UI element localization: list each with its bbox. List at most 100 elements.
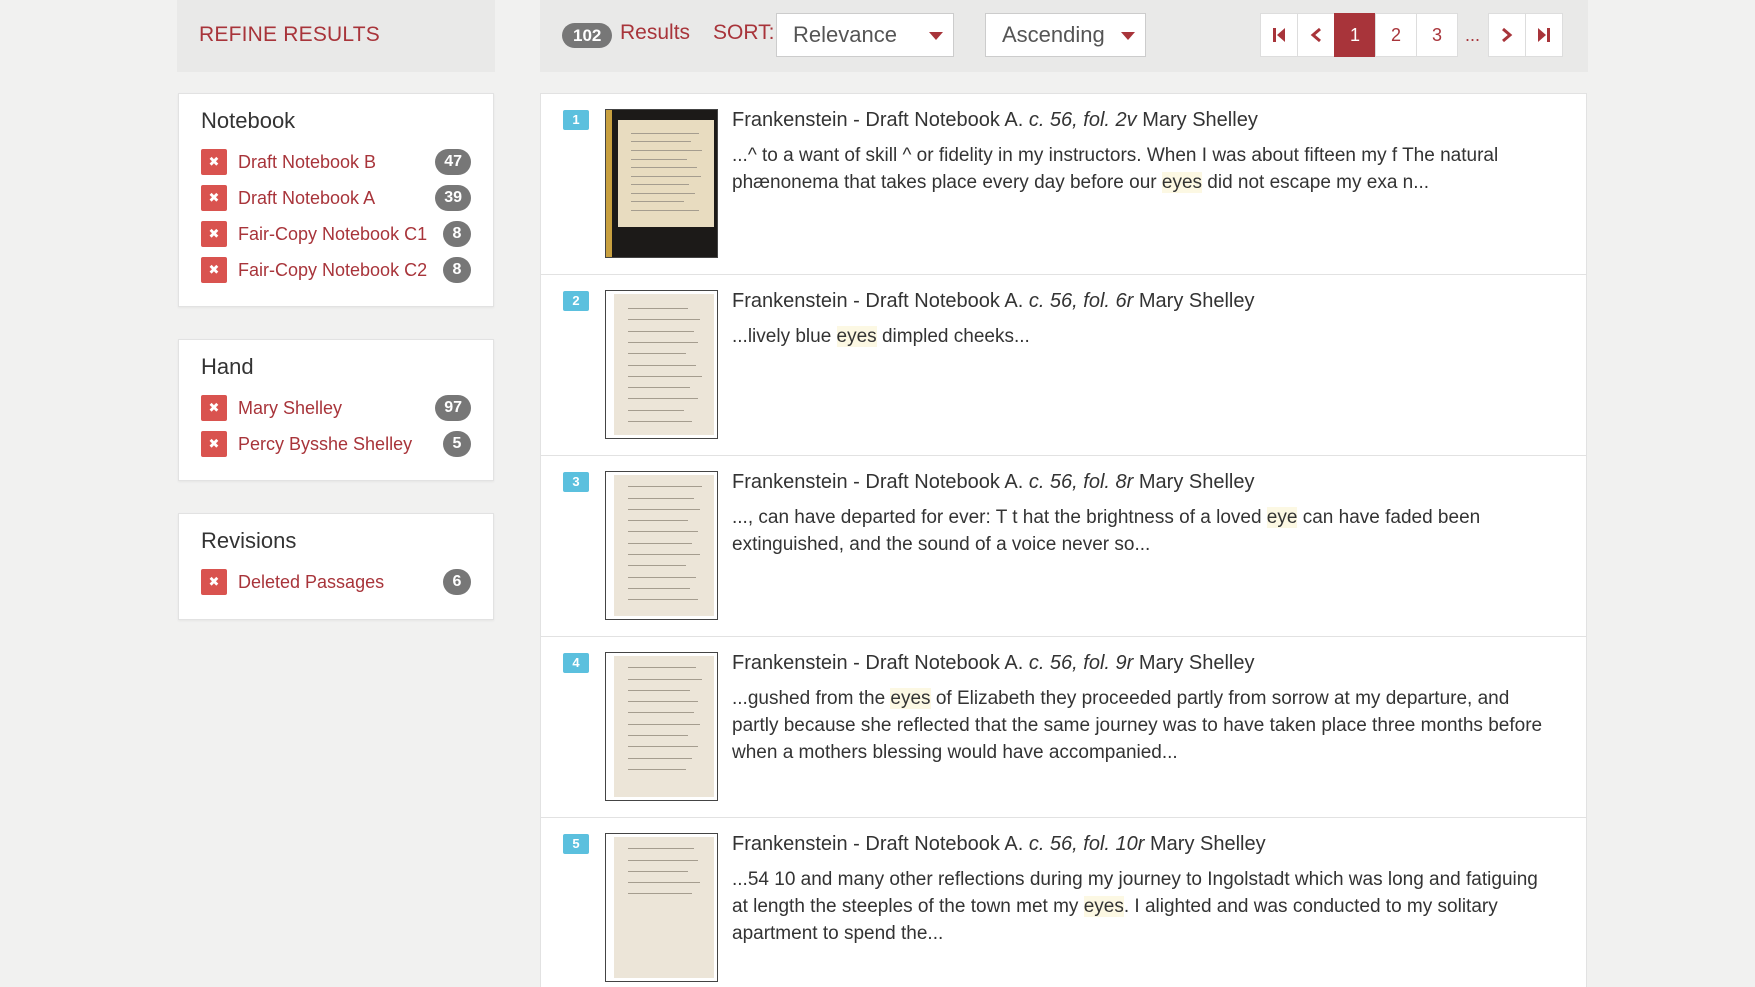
facet-title: Hand	[201, 354, 254, 379]
facet-item-deleted-passages[interactable]: ✖ Deleted Passages 6	[201, 564, 471, 600]
result-author: Mary Shelley	[1142, 109, 1258, 131]
result-rank-badge: 5	[563, 834, 589, 854]
result-title[interactable]: Frankenstein - Draft Notebook A. c. 56, …	[732, 652, 1254, 675]
result-title-text: Frankenstein - Draft Notebook A.	[732, 833, 1024, 855]
result-thumbnail[interactable]	[605, 109, 718, 258]
result-thumbnail[interactable]	[605, 652, 718, 801]
results-count-badge: 102	[562, 23, 613, 48]
refine-results-header: REFINE RESULTS	[177, 0, 495, 72]
search-hit-highlight: eye	[1266, 507, 1298, 528]
result-shelfmark: c. 56, fol. 8r	[1028, 471, 1134, 493]
facet-item-label[interactable]: Deleted Passages	[238, 572, 384, 593]
result-author: Mary Shelley	[1138, 290, 1255, 312]
sort-label: SORT:	[713, 21, 775, 44]
result-title-text: Frankenstein - Draft Notebook A.	[732, 652, 1024, 674]
result-item: 5 Frankenstein - Draft Notebook A. c. 56…	[541, 818, 1586, 987]
result-author: Mary Shelley	[1138, 652, 1255, 674]
result-item: 1 Frankenstein - Draft Notebook A. c. 56…	[541, 94, 1586, 275]
facet-item-count: 97	[435, 395, 471, 421]
remove-filter-icon[interactable]: ✖	[201, 221, 227, 247]
facet-item-draft-notebook-a[interactable]: ✖ Draft Notebook A 39	[201, 180, 471, 216]
result-title-text: Frankenstein - Draft Notebook A.	[732, 471, 1024, 493]
result-item: 2 Frankenstein - Draft Notebook A. c. 56…	[541, 275, 1586, 456]
facet-item-fair-copy-c1[interactable]: ✖ Fair-Copy Notebook C1 8	[201, 216, 471, 252]
result-thumbnail[interactable]	[605, 833, 718, 982]
search-hit-highlight: eyes	[836, 326, 877, 347]
remove-filter-icon[interactable]: ✖	[201, 149, 227, 175]
facet-hand: Hand ✖ Mary Shelley 97 ✖ Percy Bysshe Sh…	[178, 339, 494, 481]
results-toolbar: 102 Results SORT: Relevance Ascending 1 …	[540, 0, 1588, 72]
page-2-button[interactable]: 2	[1375, 13, 1417, 57]
order-select-value: Ascending	[1002, 22, 1105, 47]
refine-results-title: REFINE RESULTS	[199, 23, 380, 46]
result-author: Mary Shelley	[1150, 833, 1266, 855]
result-title[interactable]: Frankenstein - Draft Notebook A. c. 56, …	[732, 833, 1266, 856]
facet-title: Revisions	[201, 528, 297, 553]
last-page-button[interactable]	[1525, 13, 1564, 57]
result-shelfmark: c. 56, fol. 9r	[1028, 652, 1134, 674]
page-3-button[interactable]: 3	[1416, 13, 1458, 57]
remove-filter-icon[interactable]: ✖	[201, 257, 227, 283]
facet-revisions: Revisions ✖ Deleted Passages 6	[178, 513, 494, 620]
facet-item-label[interactable]: Percy Bysshe Shelley	[238, 434, 412, 455]
first-page-button[interactable]	[1260, 13, 1298, 57]
result-title-text: Frankenstein - Draft Notebook A.	[732, 109, 1024, 131]
facet-item-count: 47	[435, 149, 471, 175]
first-page-icon	[1273, 28, 1285, 42]
remove-filter-icon[interactable]: ✖	[201, 395, 227, 421]
order-select[interactable]: Ascending	[985, 13, 1146, 57]
last-page-icon	[1538, 28, 1551, 42]
search-hit-highlight: eyes	[1161, 172, 1203, 193]
sort-select[interactable]: Relevance	[776, 13, 954, 57]
facet-item-label[interactable]: Mary Shelley	[238, 398, 342, 419]
facet-item-label[interactable]: Fair-Copy Notebook C2	[238, 260, 427, 281]
result-thumbnail[interactable]	[605, 471, 718, 620]
results-list: 1 Frankenstein - Draft Notebook A. c. 56…	[540, 93, 1587, 987]
sort-select-value: Relevance	[793, 22, 897, 47]
result-item: 3 Frankenstein - Draft Notebook A. c. 56…	[541, 456, 1586, 637]
facet-item-count: 39	[435, 185, 471, 211]
result-shelfmark: c. 56, fol. 10r	[1028, 833, 1145, 855]
result-thumbnail[interactable]	[605, 290, 718, 439]
result-snippet: ...lively blue eyes dimpled cheeks...	[732, 326, 1030, 347]
chevron-left-icon	[1310, 27, 1321, 43]
result-snippet: ...gushed from the eyes of Elizabeth the…	[732, 688, 1543, 763]
result-author: Mary Shelley	[1138, 471, 1255, 493]
pagination-ellipsis: ...	[1465, 24, 1481, 45]
facet-item-count: 8	[443, 221, 471, 247]
facet-item-label[interactable]: Fair-Copy Notebook C1	[238, 224, 427, 245]
remove-filter-icon[interactable]: ✖	[201, 431, 227, 457]
facet-item-percy-bysshe-shelley[interactable]: ✖ Percy Bysshe Shelley 5	[201, 426, 471, 462]
facet-notebook: Notebook ✖ Draft Notebook B 47 ✖ Draft N…	[178, 93, 494, 307]
chevron-down-icon	[1121, 32, 1135, 40]
facet-item-label[interactable]: Draft Notebook A	[238, 188, 375, 209]
pagination: 1 2 3 ...	[1260, 13, 1564, 57]
prev-page-button[interactable]	[1297, 13, 1335, 57]
result-title-text: Frankenstein - Draft Notebook A.	[732, 290, 1024, 312]
facet-item-mary-shelley[interactable]: ✖ Mary Shelley 97	[201, 390, 471, 426]
result-rank-badge: 3	[563, 472, 589, 492]
page-1-button[interactable]: 1	[1334, 13, 1376, 57]
result-title[interactable]: Frankenstein - Draft Notebook A. c. 56, …	[732, 109, 1258, 132]
result-shelfmark: c. 56, fol. 2v	[1028, 109, 1137, 131]
chevron-down-icon	[929, 32, 943, 40]
results-label: Results	[620, 21, 691, 44]
search-hit-highlight: eyes	[890, 688, 931, 709]
result-item: 4 Frankenstein - Draft Notebook A. c. 56…	[541, 637, 1586, 818]
result-title[interactable]: Frankenstein - Draft Notebook A. c. 56, …	[732, 471, 1254, 494]
facet-item-draft-notebook-b[interactable]: ✖ Draft Notebook B 47	[201, 144, 471, 180]
facet-item-count: 8	[443, 257, 471, 283]
remove-filter-icon[interactable]: ✖	[201, 569, 227, 595]
result-title[interactable]: Frankenstein - Draft Notebook A. c. 56, …	[732, 290, 1254, 313]
facet-title: Notebook	[201, 108, 296, 133]
chevron-right-icon	[1502, 27, 1513, 43]
result-shelfmark: c. 56, fol. 6r	[1028, 290, 1134, 312]
facet-item-fair-copy-c2[interactable]: ✖ Fair-Copy Notebook C2 8	[201, 252, 471, 288]
result-snippet: ...54 10 and many other reflections duri…	[732, 869, 1538, 944]
remove-filter-icon[interactable]: ✖	[201, 185, 227, 211]
facet-item-label[interactable]: Draft Notebook B	[238, 152, 376, 173]
next-page-button[interactable]	[1488, 13, 1527, 57]
facet-item-count: 6	[443, 569, 471, 595]
search-hit-highlight: eyes	[1083, 896, 1124, 917]
result-rank-badge: 4	[563, 653, 589, 673]
